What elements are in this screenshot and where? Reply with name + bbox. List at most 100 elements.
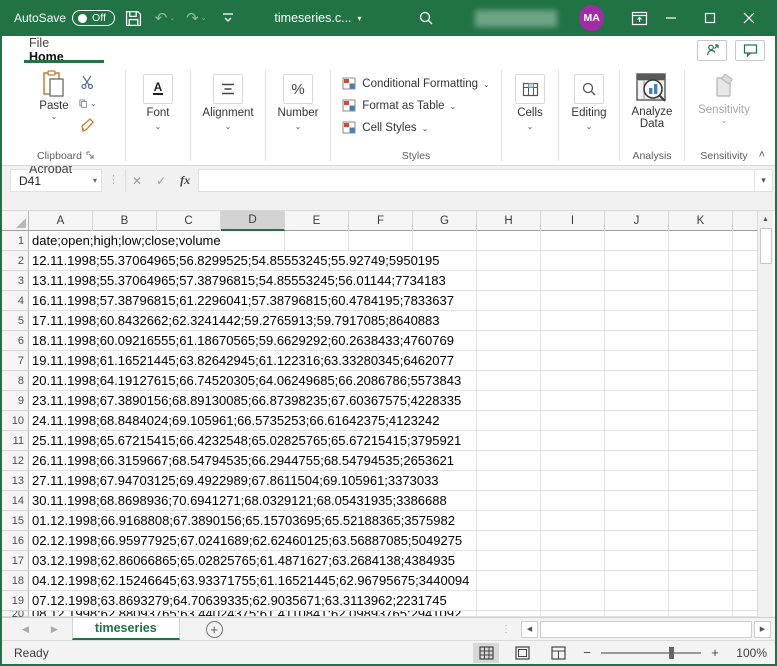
save-button[interactable]	[121, 5, 146, 31]
ribbon-tab[interactable]: Home	[16, 50, 112, 64]
formula-input[interactable]	[198, 169, 755, 192]
row-header[interactable]: 17	[2, 551, 29, 571]
vertical-scrollbar-thumb[interactable]	[760, 228, 772, 264]
ribbon-tab[interactable]: File	[16, 36, 112, 50]
scroll-left-button[interactable]: ◀	[521, 621, 538, 638]
row-cells[interactable]: 20.11.1998;64.19127615;66.74520305;64.06…	[29, 371, 757, 391]
row-header[interactable]: 13	[2, 471, 29, 491]
row-header[interactable]: 11	[2, 431, 29, 451]
undo-button[interactable]: ↶⌄	[152, 5, 177, 31]
styles-menu-item[interactable]: Conditional Formatting ⌄	[342, 74, 489, 94]
autosave-pill[interactable]: Off	[72, 10, 115, 26]
redo-button[interactable]: ↷⌄	[184, 5, 209, 31]
row-header[interactable]: 18	[2, 571, 29, 591]
row-cells[interactable]: 18.11.1998;60.09216555;61.18670565;59.66…	[29, 331, 757, 351]
column-header[interactable]: H	[477, 211, 541, 231]
row-cells[interactable]: 07.12.1998;63.8693279;64.70639335;62.903…	[29, 591, 757, 611]
row-header[interactable]: 7	[2, 351, 29, 371]
row-header[interactable]: 20	[2, 611, 29, 617]
customize-quick-access-button[interactable]	[215, 5, 240, 31]
row-cells[interactable]: 01.12.1998;66.9168808;67.3890156;65.1570…	[29, 511, 757, 531]
formula-bar-expand-button[interactable]: ▾	[755, 169, 773, 192]
column-header[interactable]: G	[413, 211, 477, 231]
styles-menu-item[interactable]: Cell Styles ⌄	[342, 118, 428, 138]
horizontal-scrollbar-thumb[interactable]	[540, 621, 752, 638]
row-header[interactable]: 8	[2, 371, 29, 391]
row-header[interactable]: 1	[2, 231, 29, 251]
column-header[interactable]: C	[157, 211, 221, 231]
minimize-button[interactable]	[652, 0, 691, 36]
alignment-group-collapsed[interactable]: Alignment ⌄	[192, 66, 264, 165]
row-cells[interactable]: 04.12.1998;62.15246645;63.93371755;61.16…	[29, 571, 757, 591]
row-cells[interactable]: 30.11.1998;68.8698936;70.6941271;68.0329…	[29, 491, 757, 511]
row-cells[interactable]: 17.11.1998;60.8432662;62.3241442;59.2765…	[29, 311, 757, 331]
row-cells[interactable]: 26.11.1998;66.3159667;68.54794535;66.294…	[29, 451, 757, 471]
editing-group-collapsed[interactable]: Editing ⌄	[560, 66, 618, 165]
insert-function-button[interactable]: fx	[180, 173, 190, 188]
copy-button[interactable]: ⌄	[79, 95, 97, 111]
row-header[interactable]: 10	[2, 411, 29, 431]
share-button[interactable]	[697, 40, 727, 61]
row-cells[interactable]: 13.11.1998;55.37064965;57.38796815;54.85…	[29, 271, 757, 291]
cancel-button[interactable]: ✕	[132, 174, 142, 188]
zoom-out-button[interactable]: −	[581, 645, 593, 660]
normal-view-button[interactable]	[473, 643, 499, 663]
column-header[interactable]: J	[605, 211, 669, 231]
number-group-collapsed[interactable]: % Number ⌄	[267, 66, 329, 165]
tab-bar-splitter[interactable]: ⋮	[501, 624, 511, 635]
maximize-button[interactable]	[691, 0, 730, 36]
row-header[interactable]: 5	[2, 311, 29, 331]
row-cells[interactable]: 02.12.1998;66.95977925;67.0241689;62.624…	[29, 531, 757, 551]
page-layout-view-button[interactable]	[509, 643, 535, 663]
scroll-up-button[interactable]: ▲	[758, 211, 774, 228]
cut-button[interactable]	[79, 74, 97, 90]
next-sheet-button[interactable]: ▶	[51, 624, 58, 635]
collapse-ribbon-button[interactable]: ˄	[759, 149, 765, 161]
row-header[interactable]: 15	[2, 511, 29, 531]
row-header[interactable]: 19	[2, 591, 29, 611]
document-title[interactable]: timeseries.c... ▾	[274, 11, 361, 25]
row-cells[interactable]: 23.11.1998;67.3890156;68.89130085;66.873…	[29, 391, 757, 411]
enter-button[interactable]: ✓	[156, 174, 166, 188]
column-header[interactable]: A	[29, 211, 93, 231]
row-header[interactable]: 14	[2, 491, 29, 511]
font-group-collapsed[interactable]: A Font ⌄	[127, 66, 189, 165]
row-cells[interactable]: 19.11.1998;61.16521445;63.82642945;61.12…	[29, 351, 757, 371]
format-painter-button[interactable]	[79, 116, 97, 132]
column-header[interactable]: F	[349, 211, 413, 231]
new-sheet-button[interactable]: +	[206, 618, 223, 640]
avatar[interactable]: MA	[579, 5, 604, 31]
row-cells[interactable]: 24.11.1998;68.8484024;69.105961;66.57352…	[29, 411, 757, 431]
sheet-tab-timeseries[interactable]: timeseries	[72, 618, 180, 640]
row-header[interactable]: 4	[2, 291, 29, 311]
row-header[interactable]: 16	[2, 531, 29, 551]
zoom-level[interactable]: 100%	[731, 646, 767, 660]
scroll-right-button[interactable]: ▶	[754, 621, 771, 638]
row-cells[interactable]: 12.11.1998;55.37064965;56.8299525;54.855…	[29, 251, 757, 271]
row-header[interactable]: 12	[2, 451, 29, 471]
row-header[interactable]: 6	[2, 331, 29, 351]
ribbon-display-options-button[interactable]	[626, 5, 651, 31]
close-button[interactable]	[730, 0, 769, 36]
select-all-button[interactable]	[2, 211, 29, 230]
vertical-scrollbar[interactable]: ▲	[757, 211, 773, 617]
zoom-slider-thumb[interactable]	[669, 647, 674, 659]
row-cells[interactable]: 08.12.1998;62.88093765;63.44024375;61.41…	[29, 611, 757, 617]
sensitivity-button[interactable]: Sensitivity ⌄	[694, 70, 754, 127]
styles-menu-item[interactable]: Format as Table ⌄	[342, 96, 456, 116]
previous-sheet-button[interactable]: ◀	[22, 624, 29, 635]
column-header[interactable]: B	[93, 211, 157, 231]
zoom-slider[interactable]	[601, 652, 701, 654]
column-header[interactable]: K	[669, 211, 733, 231]
autosave-toggle[interactable]: AutoSave Off	[14, 10, 115, 26]
row-cells[interactable]: 16.11.1998;57.38796815;61.2296041;57.387…	[29, 291, 757, 311]
row-cells[interactable]: date;open;high;low;close;volume	[29, 231, 757, 251]
row-header[interactable]: 9	[2, 391, 29, 411]
column-header[interactable]: E	[285, 211, 349, 231]
search-button[interactable]	[414, 5, 439, 31]
row-cells[interactable]: 03.12.1998;62.86066865;65.02825765;61.48…	[29, 551, 757, 571]
row-header[interactable]: 3	[2, 271, 29, 291]
page-break-preview-button[interactable]	[545, 643, 571, 663]
clipboard-dialog-launcher[interactable]	[86, 151, 95, 162]
row-header[interactable]: 2	[2, 251, 29, 271]
